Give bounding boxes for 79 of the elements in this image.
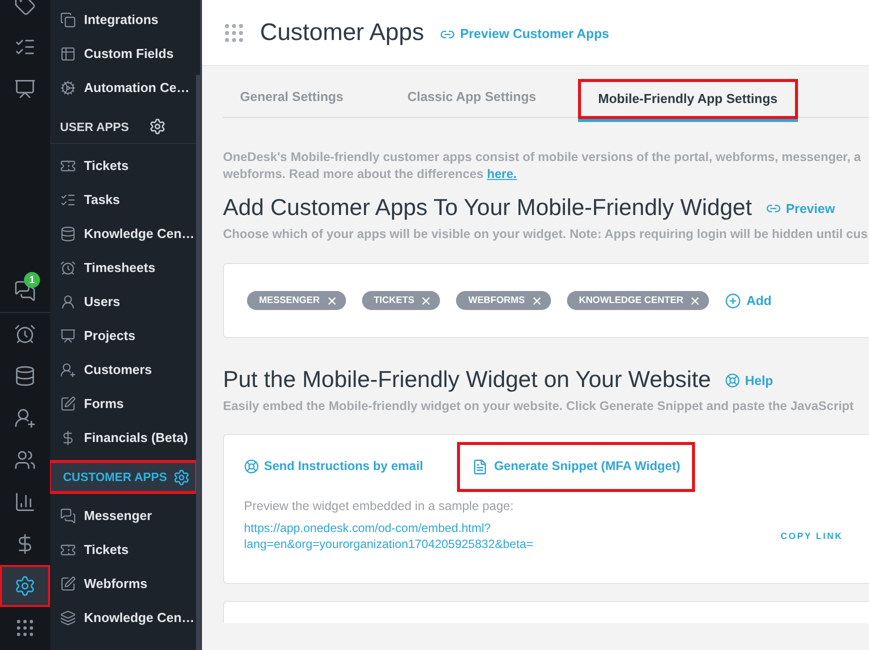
chat-icon — [60, 508, 76, 524]
remove-icon[interactable] — [326, 294, 338, 307]
presentation-icon — [60, 328, 76, 344]
sidebar-label: Integrations — [84, 11, 158, 30]
pen-square-icon — [60, 576, 76, 592]
help-icon — [724, 373, 740, 388]
database-icon — [14, 365, 36, 387]
remove-icon[interactable] — [530, 294, 543, 307]
presentation-icon — [14, 78, 36, 100]
sidebar-label: Knowledge Cen… — [84, 609, 195, 628]
section-header[interactable]: CUSTOMER APPS — [50, 460, 198, 494]
sidebar-item[interactable]: Customers — [50, 353, 196, 387]
ticket-icon — [60, 158, 76, 174]
pen-square-icon — [60, 396, 76, 412]
table-icon — [60, 46, 76, 62]
section-description: Easily embed the Mobile-friendly widget on your website. Click Generate Snippet and paste the JavaScript — [223, 398, 855, 415]
users-icon — [14, 449, 36, 471]
layers-icon — [60, 610, 76, 626]
tab[interactable]: Mobile-Friendly App Settings — [578, 79, 798, 119]
alarm-clock-icon — [14, 323, 36, 345]
sidebar-label: Tasks — [84, 191, 120, 210]
ticket-icon — [60, 542, 76, 558]
sidebar-label: Timesheets — [84, 259, 156, 278]
sidebar-item[interactable]: Tasks — [50, 183, 196, 217]
settings-icon — [148, 118, 166, 135]
help-icon — [244, 459, 259, 474]
document-icon — [472, 458, 488, 474]
sidebar-item[interactable]: Users — [50, 285, 196, 319]
tag-icon — [14, 0, 36, 16]
sidebar-item[interactable]: Custom Fields — [50, 37, 196, 71]
section-description: Choose which of your apps will be visible on your widget. Note: Apps requiring login will be hidden until cus — [223, 226, 869, 243]
preview-label: Preview the widget embedded in a sample page: — [244, 498, 515, 515]
sidebar-label: Automation Ce… — [84, 79, 190, 98]
remove-icon[interactable] — [420, 294, 432, 307]
remove-icon[interactable] — [689, 294, 702, 307]
bar-chart-icon — [14, 491, 36, 513]
sidebar-label: Tickets — [84, 541, 129, 560]
sidebar-label: Custom Fields — [84, 45, 174, 64]
checklist-icon — [60, 192, 76, 208]
grid-icon — [14, 617, 36, 639]
sidebar-item[interactable]: Webforms — [50, 567, 196, 601]
sidebar-label: Knowledge Cen… — [84, 225, 195, 244]
sidebar-item[interactable]: Knowledge Cen… — [50, 217, 196, 251]
user-plus-icon — [60, 362, 76, 378]
sidebar-label: Customers — [84, 361, 152, 380]
sidebar-item[interactable]: Timesheets — [50, 251, 196, 285]
alarm-clock-icon — [60, 260, 76, 276]
sidebar-item[interactable]: Automation Ce… — [50, 71, 196, 105]
sidebar-label: Webforms — [84, 575, 148, 594]
intro-text: OneDesk's Mobile-friendly customer apps consist of mobile versions of the portal, webforms, messenger, a webforms. Read more about the differences here. — [223, 149, 862, 183]
copy-icon — [60, 12, 76, 28]
sidebar-item[interactable]: Financials (Beta) — [50, 421, 196, 455]
section-title: CUSTOMER APPS — [63, 469, 168, 486]
page-title: Customer Apps — [260, 18, 424, 48]
sidebar-item[interactable]: Projects — [50, 319, 196, 353]
sidebar-item[interactable]: Knowledge Cen… — [50, 601, 196, 635]
sidebar-label: Messenger — [84, 507, 152, 526]
sidebar-item[interactable]: Forms — [50, 387, 196, 421]
sidebar-label: Users — [84, 293, 120, 312]
sidebar-item[interactable]: Tickets — [50, 149, 196, 183]
database-icon — [60, 226, 76, 242]
sidebar-item[interactable]: Messenger — [50, 499, 196, 533]
sidebar-label: Forms — [84, 395, 124, 414]
notification-badge: 1 — [24, 272, 40, 288]
user-icon — [60, 294, 76, 310]
section-title: USER APPS — [60, 118, 129, 136]
rail-button[interactable] — [0, 565, 50, 607]
section-title: Add Customer Apps To Your Mobile-Friendly Widget — [223, 193, 752, 222]
plus-icon — [725, 292, 742, 309]
user-plus-icon — [14, 407, 36, 429]
sidebar-label: Financials (Beta) — [84, 429, 188, 448]
settings-icon — [14, 575, 36, 597]
cog-icon — [60, 80, 76, 96]
sidebar-label: Projects — [84, 327, 136, 346]
section-title: Put the Mobile-Friendly Widget on Your Website — [223, 365, 711, 394]
settings-icon — [173, 468, 190, 486]
sidebar-label: Tickets — [84, 157, 129, 176]
sidebar-item[interactable]: Tickets — [50, 533, 196, 567]
sidebar-item[interactable]: Integrations — [50, 3, 196, 37]
